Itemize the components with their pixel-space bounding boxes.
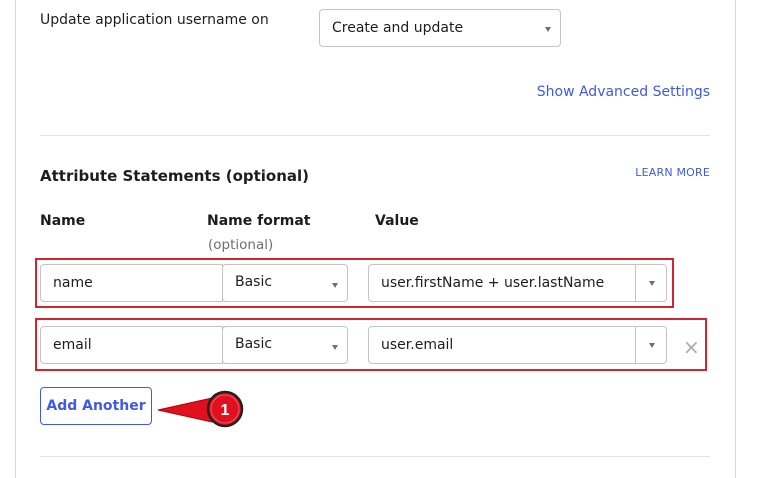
attribute-name-input[interactable]: name [40, 264, 223, 302]
attribute-value-combobox[interactable]: user.email [368, 326, 667, 364]
show-advanced-settings-link[interactable]: Show Advanced Settings [537, 84, 710, 100]
name-format-value: Basic [235, 336, 273, 352]
add-another-button[interactable]: Add Another [40, 387, 152, 425]
column-header-value: Value [375, 213, 419, 229]
attribute-name-value: name [53, 275, 93, 291]
attribute-name-value: email [53, 337, 92, 353]
step-callout-icon: 1 [157, 390, 244, 428]
attribute-value-text: user.email [381, 337, 454, 353]
chevron-down-icon[interactable] [649, 343, 655, 348]
name-format-select[interactable]: Basic [222, 264, 348, 302]
chevron-down-icon[interactable] [649, 281, 655, 286]
callout-arrow [157, 397, 213, 423]
combobox-separator [635, 327, 636, 363]
update-username-value: Create and update [332, 20, 464, 36]
section-divider [40, 135, 710, 136]
attribute-value-text: user.firstName + user.lastName [381, 275, 605, 291]
column-header-name: Name [40, 213, 86, 229]
chevron-down-icon [332, 345, 338, 350]
update-username-label: Update application username on [40, 12, 269, 28]
combobox-separator [635, 265, 636, 301]
learn-more-link[interactable]: LEARN MORE [635, 166, 710, 179]
remove-row-icon[interactable]: × [683, 337, 700, 357]
name-format-value: Basic [235, 274, 273, 290]
section-divider-bottom [40, 456, 710, 457]
attribute-name-input[interactable]: email [40, 326, 223, 364]
name-format-select[interactable]: Basic [222, 326, 348, 364]
attribute-statements-heading: Attribute Statements (optional) [40, 167, 310, 185]
update-username-select[interactable]: Create and update [319, 9, 561, 47]
column-header-name-format: Name format [207, 213, 311, 229]
chevron-down-icon [545, 27, 551, 32]
attribute-value-combobox[interactable]: user.firstName + user.lastName [368, 264, 667, 302]
chevron-down-icon [332, 283, 338, 288]
callout-number: 1 [221, 402, 230, 419]
column-header-optional: (optional) [208, 237, 274, 253]
